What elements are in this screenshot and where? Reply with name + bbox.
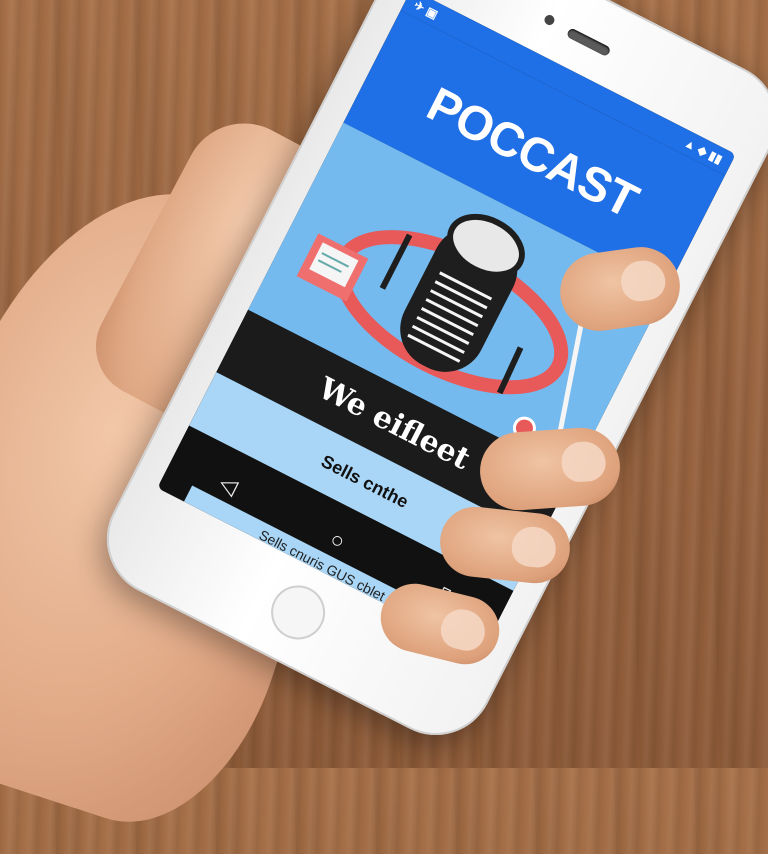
photo-scene: ✈ ▣ ▲ ◆ ▮▮ POCCAST We eifleet Sells cnth… — [0, 0, 768, 854]
front-camera-icon — [542, 13, 556, 27]
back-icon[interactable]: ◁ — [215, 470, 241, 501]
home-button[interactable] — [261, 576, 335, 649]
fingernail — [509, 524, 558, 570]
finger-middle — [477, 425, 623, 513]
fingernail — [560, 440, 607, 484]
fingernail — [437, 605, 490, 655]
earpiece-speaker — [565, 27, 612, 58]
fingernail — [618, 257, 668, 304]
home-icon[interactable]: ○ — [326, 526, 349, 555]
